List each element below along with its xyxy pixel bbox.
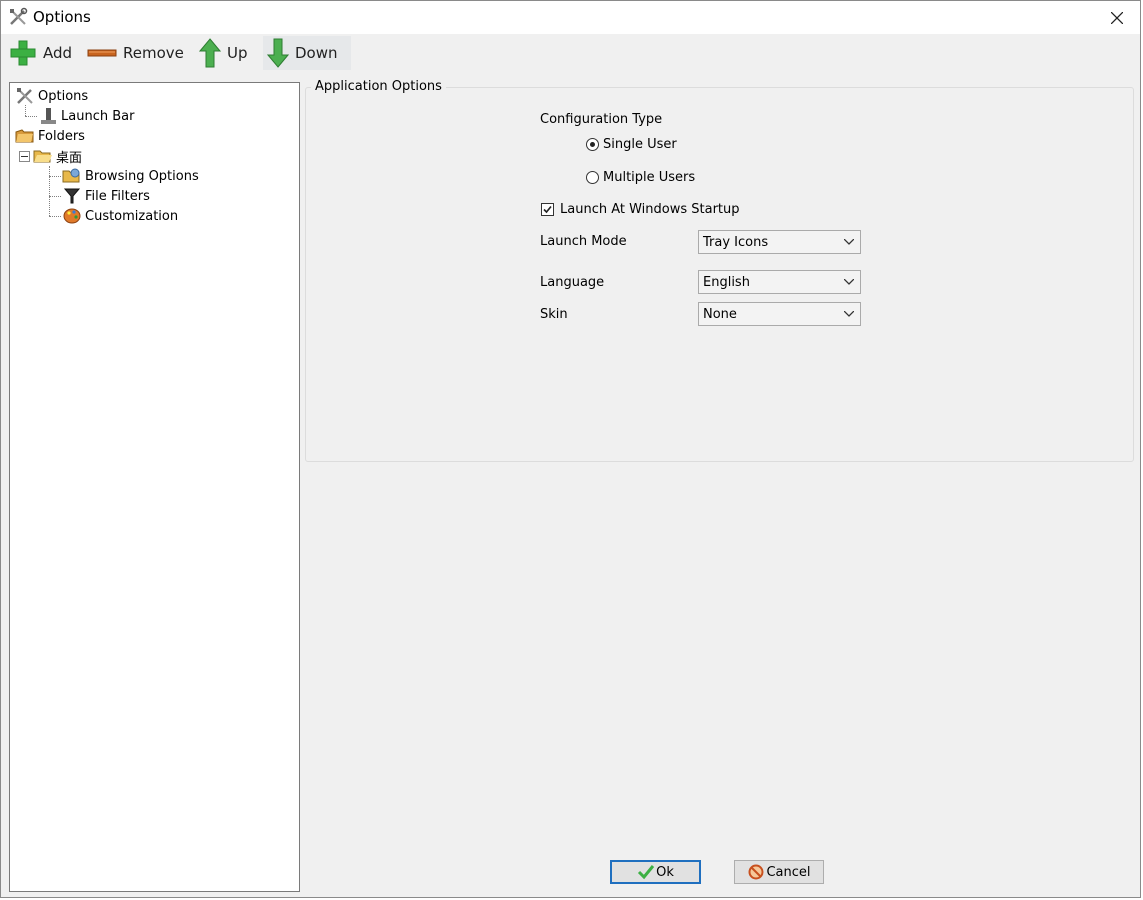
chevron-down-icon xyxy=(844,279,854,285)
multiple-users-radio[interactable] xyxy=(586,171,599,184)
tree-connector xyxy=(49,176,61,177)
tools-icon xyxy=(8,7,28,27)
multiple-users-label[interactable]: Multiple Users xyxy=(603,170,695,185)
folder-open-icon xyxy=(33,147,53,165)
tree-item-launch-bar[interactable]: Launch Bar xyxy=(38,107,134,125)
tree-connector xyxy=(25,116,37,117)
language-value: English xyxy=(703,275,750,290)
launch-mode-label: Launch Mode xyxy=(540,234,627,249)
up-label: Up xyxy=(227,44,248,62)
tools-icon xyxy=(15,87,35,105)
close-button[interactable] xyxy=(1094,1,1140,34)
configuration-type-label: Configuration Type xyxy=(540,112,663,127)
tree-item-label: Customization xyxy=(85,208,179,224)
tree-item-folders[interactable]: Folders xyxy=(15,127,85,145)
remove-label: Remove xyxy=(123,44,184,62)
tree-item-desktop[interactable]: 桌面 xyxy=(19,147,83,166)
ok-label: Ok xyxy=(656,864,674,880)
close-icon xyxy=(1111,11,1123,24)
title-bar: Options xyxy=(1,1,1140,34)
tree-item-options[interactable]: Options xyxy=(15,87,88,105)
application-options-title: Application Options xyxy=(311,79,446,94)
tree-item-browsing-options[interactable]: Browsing Options xyxy=(62,167,199,185)
folders-icon xyxy=(15,127,35,145)
options-window: Options Add Remove Up Down Options Launc… xyxy=(0,0,1141,898)
tree-item-label: Launch Bar xyxy=(61,108,135,124)
launch-startup-checkbox[interactable] xyxy=(541,203,554,216)
browsing-options-icon xyxy=(62,167,82,185)
skin-value: None xyxy=(703,307,737,322)
tree-connector xyxy=(49,196,61,197)
arrow-down-icon xyxy=(267,38,289,68)
language-select[interactable]: English xyxy=(698,270,861,294)
tree-connector xyxy=(49,216,61,217)
language-label: Language xyxy=(540,275,605,290)
cancel-icon xyxy=(748,864,764,880)
add-label: Add xyxy=(43,44,73,62)
skin-select[interactable]: None xyxy=(698,302,861,326)
ok-button[interactable]: Ok xyxy=(610,860,701,884)
add-button[interactable]: Add xyxy=(9,36,72,70)
launch-mode-value: Tray Icons xyxy=(703,235,769,250)
remove-button[interactable]: Remove xyxy=(87,36,184,70)
skin-label: Skin xyxy=(540,307,568,322)
options-tree[interactable]: Options Launch Bar Folders 桌面 Browsing O… xyxy=(9,82,300,892)
collapse-icon[interactable] xyxy=(19,150,30,162)
launch-startup-label[interactable]: Launch At Windows Startup xyxy=(560,202,740,217)
plus-icon xyxy=(10,40,36,66)
checkmark-icon xyxy=(638,865,655,880)
funnel-icon xyxy=(62,187,82,205)
tree-item-label: Options xyxy=(38,88,89,104)
chevron-down-icon xyxy=(844,239,854,245)
launch-mode-select[interactable]: Tray Icons xyxy=(698,230,861,254)
window-title: Options xyxy=(33,8,91,26)
arrow-up-icon xyxy=(199,38,221,68)
down-button[interactable]: Down xyxy=(263,36,351,70)
minus-icon xyxy=(87,49,117,57)
cancel-label: Cancel xyxy=(766,864,811,880)
up-button[interactable]: Up xyxy=(199,36,248,70)
launch-bar-icon xyxy=(38,107,58,125)
single-user-label[interactable]: Single User xyxy=(603,137,677,152)
toolbar: Add Remove Up Down xyxy=(1,34,1140,74)
cancel-button[interactable]: Cancel xyxy=(734,860,824,884)
tree-item-file-filters[interactable]: File Filters xyxy=(62,187,150,205)
palette-icon xyxy=(62,207,82,225)
chevron-down-icon xyxy=(844,311,854,317)
tree-connector xyxy=(49,166,50,216)
tree-item-label: 桌面 xyxy=(56,150,83,166)
tree-connector xyxy=(25,105,26,116)
tree-item-label: File Filters xyxy=(85,188,150,204)
single-user-radio[interactable] xyxy=(586,138,599,151)
down-label: Down xyxy=(295,44,338,62)
checkmark-icon xyxy=(543,205,552,214)
tree-item-label: Folders xyxy=(38,128,85,144)
tree-item-customization[interactable]: Customization xyxy=(62,207,178,225)
tree-item-label: Browsing Options xyxy=(85,168,199,184)
